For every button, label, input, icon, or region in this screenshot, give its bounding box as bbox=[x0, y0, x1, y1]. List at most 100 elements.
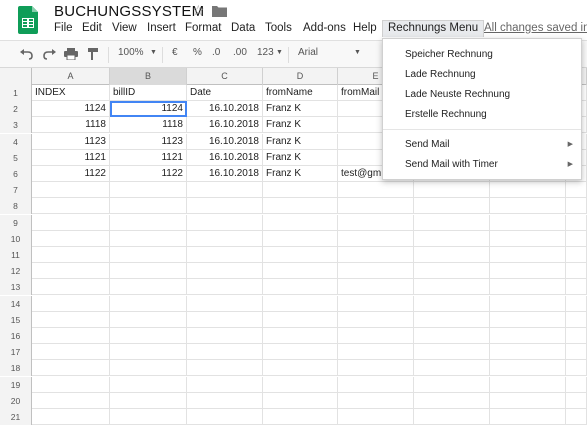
grid-cell[interactable]: fromName bbox=[263, 85, 338, 101]
grid-cell[interactable] bbox=[32, 344, 110, 361]
grid-cell[interactable] bbox=[32, 360, 110, 377]
print-icon[interactable] bbox=[64, 48, 78, 60]
undo-icon[interactable] bbox=[20, 48, 34, 60]
grid-cell[interactable] bbox=[187, 230, 263, 247]
grid-cell[interactable] bbox=[490, 279, 566, 296]
menu-format[interactable]: Format bbox=[185, 22, 221, 34]
grid-cell[interactable] bbox=[187, 392, 263, 409]
grid-cell[interactable] bbox=[414, 198, 490, 215]
column-header-b[interactable]: B bbox=[110, 68, 187, 85]
grid-cell[interactable] bbox=[187, 360, 263, 377]
grid-cell[interactable]: 16.10.2018 bbox=[187, 133, 263, 150]
grid-cell[interactable] bbox=[566, 311, 587, 328]
grid-cell[interactable]: billID bbox=[110, 85, 187, 101]
menu-addons[interactable]: Add-ons bbox=[303, 22, 346, 34]
row-header[interactable]: 15 bbox=[0, 311, 32, 328]
menu-rechnungs[interactable]: Rechnungs Menu bbox=[382, 20, 485, 37]
redo-icon[interactable] bbox=[42, 48, 56, 60]
grid-cell[interactable] bbox=[263, 409, 338, 425]
saved-status-link[interactable]: All changes saved in D bbox=[484, 22, 587, 34]
grid-cell[interactable] bbox=[110, 295, 187, 312]
grid-cell[interactable] bbox=[110, 214, 187, 231]
grid-cell[interactable]: Franz K bbox=[263, 101, 338, 118]
grid-cell[interactable]: INDEX bbox=[32, 85, 110, 101]
grid-cell[interactable] bbox=[566, 360, 587, 377]
grid-cell[interactable] bbox=[187, 295, 263, 312]
grid-cell[interactable] bbox=[414, 214, 490, 231]
grid-cell[interactable] bbox=[263, 263, 338, 280]
grid-cell[interactable]: 1121 bbox=[32, 149, 110, 166]
menu-item-lade-rechnung[interactable]: Lade Rechnung bbox=[383, 65, 581, 85]
grid-cell[interactable] bbox=[110, 376, 187, 393]
menu-tools[interactable]: Tools bbox=[265, 22, 292, 34]
grid-cell[interactable] bbox=[566, 409, 587, 425]
grid-cell[interactable] bbox=[490, 344, 566, 361]
menu-item-send-mail[interactable]: Send Mail ▶ bbox=[383, 135, 581, 155]
grid-cell[interactable] bbox=[490, 198, 566, 215]
grid-cell[interactable] bbox=[110, 247, 187, 263]
font-select[interactable]: Arial bbox=[298, 47, 318, 58]
grid-cell[interactable] bbox=[566, 279, 587, 296]
grid-cell[interactable] bbox=[566, 344, 587, 361]
column-header-c[interactable]: C bbox=[187, 68, 263, 85]
grid-cell[interactable]: 16.10.2018 bbox=[187, 101, 263, 118]
grid-cell[interactable] bbox=[414, 360, 490, 377]
percent-format-button[interactable]: % bbox=[193, 47, 202, 58]
grid-cell[interactable] bbox=[414, 295, 490, 312]
grid-cell[interactable] bbox=[414, 263, 490, 280]
grid-cell[interactable]: Date bbox=[187, 85, 263, 101]
grid-cell[interactable] bbox=[110, 182, 187, 199]
grid-cell[interactable] bbox=[263, 360, 338, 377]
grid-cell[interactable]: Franz K bbox=[263, 117, 338, 134]
grid-cell[interactable] bbox=[338, 214, 414, 231]
grid-cell[interactable] bbox=[414, 247, 490, 263]
grid-cell[interactable] bbox=[338, 409, 414, 425]
grid-cell[interactable] bbox=[566, 263, 587, 280]
chevron-down-icon[interactable]: ▼ bbox=[150, 49, 157, 56]
grid-cell[interactable] bbox=[32, 247, 110, 263]
grid-cell[interactable] bbox=[490, 182, 566, 199]
grid-cell[interactable] bbox=[110, 311, 187, 328]
grid-cell[interactable] bbox=[187, 279, 263, 296]
star-icon[interactable]: ☆ bbox=[192, 2, 205, 19]
grid-cell[interactable]: 1121 bbox=[110, 149, 187, 166]
grid-cell[interactable] bbox=[338, 376, 414, 393]
grid-cell[interactable] bbox=[338, 230, 414, 247]
grid-cell[interactable] bbox=[110, 409, 187, 425]
grid-cell[interactable] bbox=[566, 376, 587, 393]
grid-cell[interactable] bbox=[490, 360, 566, 377]
grid-cell[interactable] bbox=[490, 328, 566, 344]
row-header[interactable]: 12 bbox=[0, 263, 32, 280]
grid-cell[interactable] bbox=[263, 311, 338, 328]
grid-cell[interactable] bbox=[32, 376, 110, 393]
folder-icon[interactable] bbox=[212, 5, 227, 17]
decrease-decimal-button[interactable]: .0 bbox=[212, 47, 220, 58]
grid-cell[interactable] bbox=[32, 230, 110, 247]
grid-cell[interactable] bbox=[263, 392, 338, 409]
grid-cell[interactable] bbox=[110, 360, 187, 377]
grid-cell[interactable] bbox=[32, 328, 110, 344]
grid-cell[interactable] bbox=[414, 344, 490, 361]
grid-cell[interactable] bbox=[110, 230, 187, 247]
grid-cell[interactable] bbox=[338, 311, 414, 328]
grid-cell[interactable] bbox=[32, 263, 110, 280]
grid-cell[interactable] bbox=[32, 295, 110, 312]
grid-cell[interactable] bbox=[338, 263, 414, 280]
column-header-a[interactable]: A bbox=[32, 68, 110, 85]
row-header[interactable]: 18 bbox=[0, 360, 32, 377]
grid-cell[interactable] bbox=[110, 344, 187, 361]
row-header[interactable]: 2 bbox=[0, 101, 32, 118]
row-header[interactable]: 10 bbox=[0, 230, 32, 247]
menu-edit[interactable]: Edit bbox=[82, 22, 102, 34]
grid-cell[interactable] bbox=[414, 279, 490, 296]
menu-data[interactable]: Data bbox=[231, 22, 255, 34]
grid-cell[interactable]: 16.10.2018 bbox=[187, 117, 263, 134]
menu-item-send-mail-timer[interactable]: Send Mail with Timer ▶ bbox=[383, 155, 581, 175]
menu-item-speicher-rechnung[interactable]: Speicher Rechnung bbox=[383, 45, 581, 65]
grid-cell[interactable] bbox=[490, 392, 566, 409]
grid-cell[interactable] bbox=[414, 328, 490, 344]
grid-cell[interactable] bbox=[338, 182, 414, 199]
grid-cell[interactable] bbox=[263, 295, 338, 312]
row-header[interactable]: 21 bbox=[0, 409, 32, 425]
menu-item-lade-neuste-rechnung[interactable]: Lade Neuste Rechnung bbox=[383, 85, 581, 105]
